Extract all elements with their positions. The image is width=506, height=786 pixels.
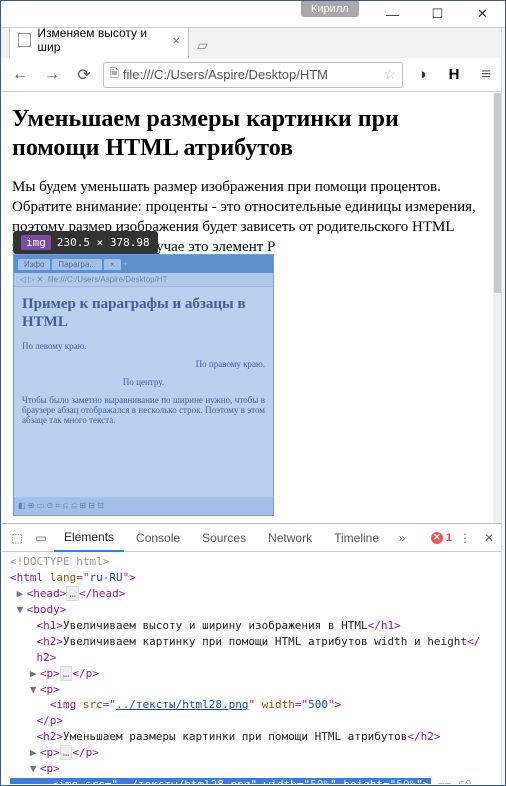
inspect-dimensions: 230.5 × 378.98	[57, 236, 150, 249]
url-bar[interactable]: 🗎 file:///C:/Users/Aspire/Desktop/HTM ☆	[103, 62, 403, 88]
new-tab-button[interactable]: ▱	[189, 33, 216, 58]
code-line[interactable]: ▼<body>	[10, 602, 500, 618]
error-count: 1	[446, 532, 452, 544]
tab-close-icon[interactable]: ×	[172, 33, 180, 48]
chrome-menu-button[interactable]: ≡	[473, 62, 499, 88]
inspect-element-icon[interactable]: ⬚	[6, 527, 28, 549]
error-count-badge-icon: ✕	[431, 532, 443, 544]
forward-button[interactable]: →	[39, 62, 65, 88]
extension-h-icon[interactable]: H	[441, 62, 467, 88]
code-line[interactable]: </p>	[10, 713, 500, 729]
url-text: file:///C:/Users/Aspire/Desktop/HTM	[123, 67, 328, 82]
devtools-tab-sources[interactable]: Sources	[192, 525, 256, 551]
devtools-tab-console[interactable]: Console	[126, 525, 190, 551]
tab-title: Изменяем высоту и шир	[37, 26, 166, 54]
reload-button[interactable]: ⟳	[71, 62, 97, 88]
devtools-more-tabs-icon[interactable]: »	[391, 527, 413, 549]
devtools-close-icon[interactable]: ✕	[478, 527, 500, 549]
bookmark-star-icon[interactable]: ☆	[383, 66, 396, 83]
inspect-tag-name: img	[21, 235, 51, 250]
devtools-error-indicator[interactable]: ✕ 1	[431, 532, 452, 544]
extension-icon[interactable]: ◑	[409, 62, 435, 88]
window-maximize-button[interactable]: ☐	[415, 1, 460, 27]
code-line[interactable]: <h2>Уменьшаем размеры картинки при помощ…	[10, 729, 500, 745]
devtools-tab-elements[interactable]: Elements	[54, 524, 124, 552]
devtools-tab-strip: ⬚ ▭ Elements Console Sources Network Tim…	[2, 524, 504, 552]
tab-favicon-icon	[18, 33, 31, 47]
file-icon: 🗎	[110, 65, 119, 84]
code-line[interactable]: ▼<p>	[10, 761, 500, 777]
code-line[interactable]: <h2>Увеличиваем картинку при помощи HTML…	[10, 634, 500, 650]
code-line[interactable]: h2>	[10, 650, 500, 666]
devtools-menu-icon[interactable]: ⋮	[454, 527, 476, 549]
back-button[interactable]: ←	[7, 62, 33, 88]
devtools-tab-timeline[interactable]: Timeline	[324, 525, 389, 551]
devtools-tab-network[interactable]: Network	[258, 525, 322, 551]
code-line[interactable]: ▶<p>…</p>	[10, 666, 500, 682]
code-line[interactable]: <h1>Увеличиваем высоту и ширину изображе…	[10, 618, 500, 634]
page-heading: Уменьшаем размеры картинки при помощи HT…	[12, 105, 483, 163]
devtools-elements-tree[interactable]: <!DOCTYPE html> <html lang="ru-RU"> ▶<he…	[2, 552, 504, 784]
window-titlebar: Кирилл — ☐ ✕	[1, 1, 505, 28]
window-minimize-button[interactable]: —	[370, 1, 415, 27]
device-toolbar-icon[interactable]: ▭	[30, 527, 52, 549]
element-inspect-tooltip: img 230.5 × 378.98	[13, 231, 158, 254]
devtools-selected-node[interactable]: <img src="../тексты/html28.png" width="5…	[10, 777, 500, 784]
adjacent-window-edge	[501, 28, 505, 785]
code-line[interactable]: ▶<p>…</p>	[10, 745, 500, 761]
code-doctype: <!DOCTYPE html>	[10, 555, 109, 568]
code-line[interactable]: ▼<p>	[10, 682, 500, 698]
browser-tab-strip: Изменяем высоту и шир × ▱	[1, 28, 505, 58]
devtools-panel: ⬚ ▭ Elements Console Sources Network Tim…	[2, 523, 504, 784]
code-line[interactable]: <html lang="ru-RU">	[10, 570, 500, 586]
inspected-image[interactable]: Изфо Парагра... × + ◁ ▷ ✕ file:///C:/Use…	[13, 254, 274, 516]
window-close-button[interactable]: ✕	[460, 1, 505, 27]
code-line[interactable]: <img src="../тексты/html28.png" width="5…	[10, 697, 500, 713]
code-line[interactable]: ▶<head>…</head>	[10, 586, 500, 602]
browser-toolbar: ← → ⟳ 🗎 file:///C:/Users/Aspire/Desktop/…	[1, 58, 505, 92]
user-badge[interactable]: Кирилл	[301, 1, 359, 17]
